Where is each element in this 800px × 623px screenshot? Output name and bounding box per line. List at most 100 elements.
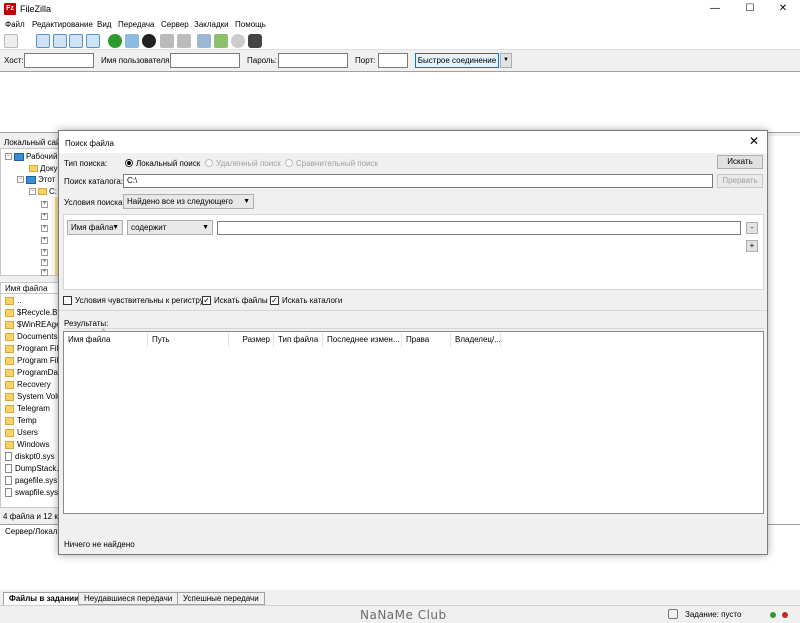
folder-icon	[5, 344, 14, 353]
rule-operator-select[interactable]: содержит ▼	[127, 220, 213, 235]
password-label: Пароль:	[247, 56, 277, 65]
tree-expander[interactable]: +	[41, 224, 50, 233]
dialog-close-button[interactable]: ✕	[747, 134, 761, 148]
checkbox-search-dirs[interactable]: ✓	[270, 296, 279, 305]
list-item[interactable]: Users	[5, 427, 38, 439]
checkbox-case-sensitive[interactable]	[63, 296, 72, 305]
status-bar: NaNaMe Club Задание: пусто	[0, 605, 800, 623]
maximize-button[interactable]: ☐	[735, 0, 765, 18]
results-table[interactable]: ^ Имя файла Путь Размер Тип файла Послед…	[63, 329, 764, 514]
disconnect-icon[interactable]	[160, 34, 174, 48]
quickconnect-button[interactable]: Быстрое соединение	[415, 53, 499, 68]
add-rule-button[interactable]: +	[746, 240, 758, 252]
folder-icon	[5, 296, 14, 305]
column-filename[interactable]: Имя файла	[64, 333, 148, 347]
list-item[interactable]: swapfile.sys	[5, 487, 58, 499]
collapse-icon[interactable]: −	[29, 188, 36, 196]
process-queue-icon[interactable]	[125, 34, 139, 48]
tab-successful-transfers[interactable]: Успешные передачи	[177, 592, 265, 605]
list-item[interactable]: ..	[5, 295, 21, 307]
column-last-modified[interactable]: Последнее измен...	[323, 333, 402, 347]
rule-value-input[interactable]	[217, 221, 741, 235]
file-icon	[5, 452, 12, 462]
folder-icon	[5, 368, 14, 377]
quickconnect-bar: Хост: Имя пользователя: Пароль: Порт: Бы…	[0, 50, 800, 70]
close-window-button[interactable]: ✕	[768, 0, 798, 18]
queue-column-server-local[interactable]: Сервер/Локальный файл	[0, 527, 62, 536]
tab-queued-files[interactable]: Файлы в задании	[3, 592, 85, 605]
collapse-icon[interactable]: −	[17, 176, 24, 184]
list-item[interactable]: pagefile.sys	[5, 475, 57, 487]
list-item[interactable]: Windows	[5, 439, 49, 451]
quickconnect-dropdown-icon[interactable]: ▼	[500, 53, 512, 68]
tree-expander[interactable]: +	[41, 212, 50, 221]
sync-browsing-icon[interactable]	[214, 34, 228, 48]
toggle-queue-icon[interactable]	[86, 34, 100, 48]
tree-expander[interactable]: +	[41, 268, 50, 277]
transfer-led-red-icon	[782, 612, 788, 618]
menu-help[interactable]: Помощь	[235, 20, 266, 29]
menu-view[interactable]: Вид	[97, 20, 111, 29]
refresh-icon[interactable]	[108, 34, 122, 48]
minimize-button[interactable]: —	[700, 0, 730, 18]
toggle-remote-tree-icon[interactable]	[69, 34, 83, 48]
radio-local-search-label[interactable]: Локальный поиск	[136, 159, 200, 168]
list-item[interactable]: ProgramData	[5, 367, 65, 379]
list-item[interactable]: Temp	[5, 415, 37, 427]
file-icon	[5, 488, 12, 498]
directory-comparison-icon[interactable]	[197, 34, 211, 48]
user-input[interactable]	[170, 53, 240, 68]
tree-item-drive-c[interactable]: − C:	[29, 187, 57, 196]
column-path[interactable]: Путь	[148, 333, 229, 347]
local-directory-tree[interactable]: −Рабочий стол Документы −Этот компьютер …	[0, 148, 98, 277]
local-file-list[interactable]: .. $Recycle.Bin $WinREAgent Documents an…	[0, 294, 115, 508]
rule-field-select[interactable]: Имя файла ▼	[67, 220, 123, 235]
tree-expander[interactable]: +	[41, 258, 50, 267]
list-item[interactable]: Recovery	[5, 379, 51, 391]
list-item[interactable]: $Recycle.Bin	[5, 307, 64, 319]
column-permissions[interactable]: Права	[402, 333, 451, 347]
column-filename-local[interactable]: Имя файла	[0, 282, 62, 294]
search-button[interactable]: Искать	[717, 155, 763, 169]
list-item[interactable]: diskpt0.sys	[5, 451, 55, 463]
drive-icon	[38, 188, 47, 196]
menu-bar: Файл Редактирование Вид Передача Сервер …	[0, 18, 800, 32]
host-input[interactable]	[24, 53, 94, 68]
column-filetype[interactable]: Тип файла	[274, 333, 323, 347]
tree-expander[interactable]: +	[41, 236, 50, 245]
local-site-label: Локальный сайт:	[4, 138, 62, 147]
checkbox-search-files-label[interactable]: Искать файлы	[214, 296, 268, 305]
column-size[interactable]: Размер	[229, 333, 274, 347]
checkbox-case-sensitive-label[interactable]: Условия чувствительны к регистру	[75, 296, 204, 305]
toggle-local-tree-icon[interactable]	[53, 34, 67, 48]
site-manager-icon[interactable]	[4, 34, 18, 48]
password-input[interactable]	[278, 53, 348, 68]
toggle-log-icon[interactable]	[36, 34, 50, 48]
remove-rule-button[interactable]: -	[746, 222, 758, 234]
menu-server[interactable]: Сервер	[161, 20, 189, 29]
filter-icon[interactable]	[231, 34, 245, 48]
reconnect-icon[interactable]	[177, 34, 191, 48]
port-input[interactable]	[378, 53, 408, 68]
search-dir-input[interactable]: C:\	[123, 174, 713, 188]
chevron-down-icon: ▼	[243, 198, 250, 205]
radio-local-search[interactable]	[125, 159, 133, 167]
cancel-operation-icon[interactable]	[142, 34, 156, 48]
checkbox-search-files[interactable]: ✓	[202, 296, 211, 305]
tree-expander[interactable]: +	[41, 248, 50, 257]
search-conditions-select[interactable]: Найдено все из следующего ▼	[123, 194, 254, 209]
column-owner-group[interactable]: Владелец/...	[451, 333, 501, 347]
chevron-down-icon: ▼	[202, 224, 209, 231]
collapse-icon[interactable]: −	[5, 153, 12, 161]
menu-file[interactable]: Файл	[5, 20, 25, 29]
binoculars-search-icon[interactable]	[248, 34, 262, 48]
tab-failed-transfers[interactable]: Неудавшиеся передачи	[78, 592, 179, 605]
menu-edit[interactable]: Редактирование	[32, 20, 93, 29]
tree-expander[interactable]: +	[41, 200, 50, 209]
list-item[interactable]: Telegram	[5, 403, 50, 415]
message-log[interactable]	[0, 71, 800, 133]
menu-bookmarks[interactable]: Закладки	[194, 20, 229, 29]
menu-transfer[interactable]: Передача	[118, 20, 154, 29]
folder-icon	[5, 392, 14, 401]
checkbox-search-dirs-label[interactable]: Искать каталоги	[282, 296, 342, 305]
